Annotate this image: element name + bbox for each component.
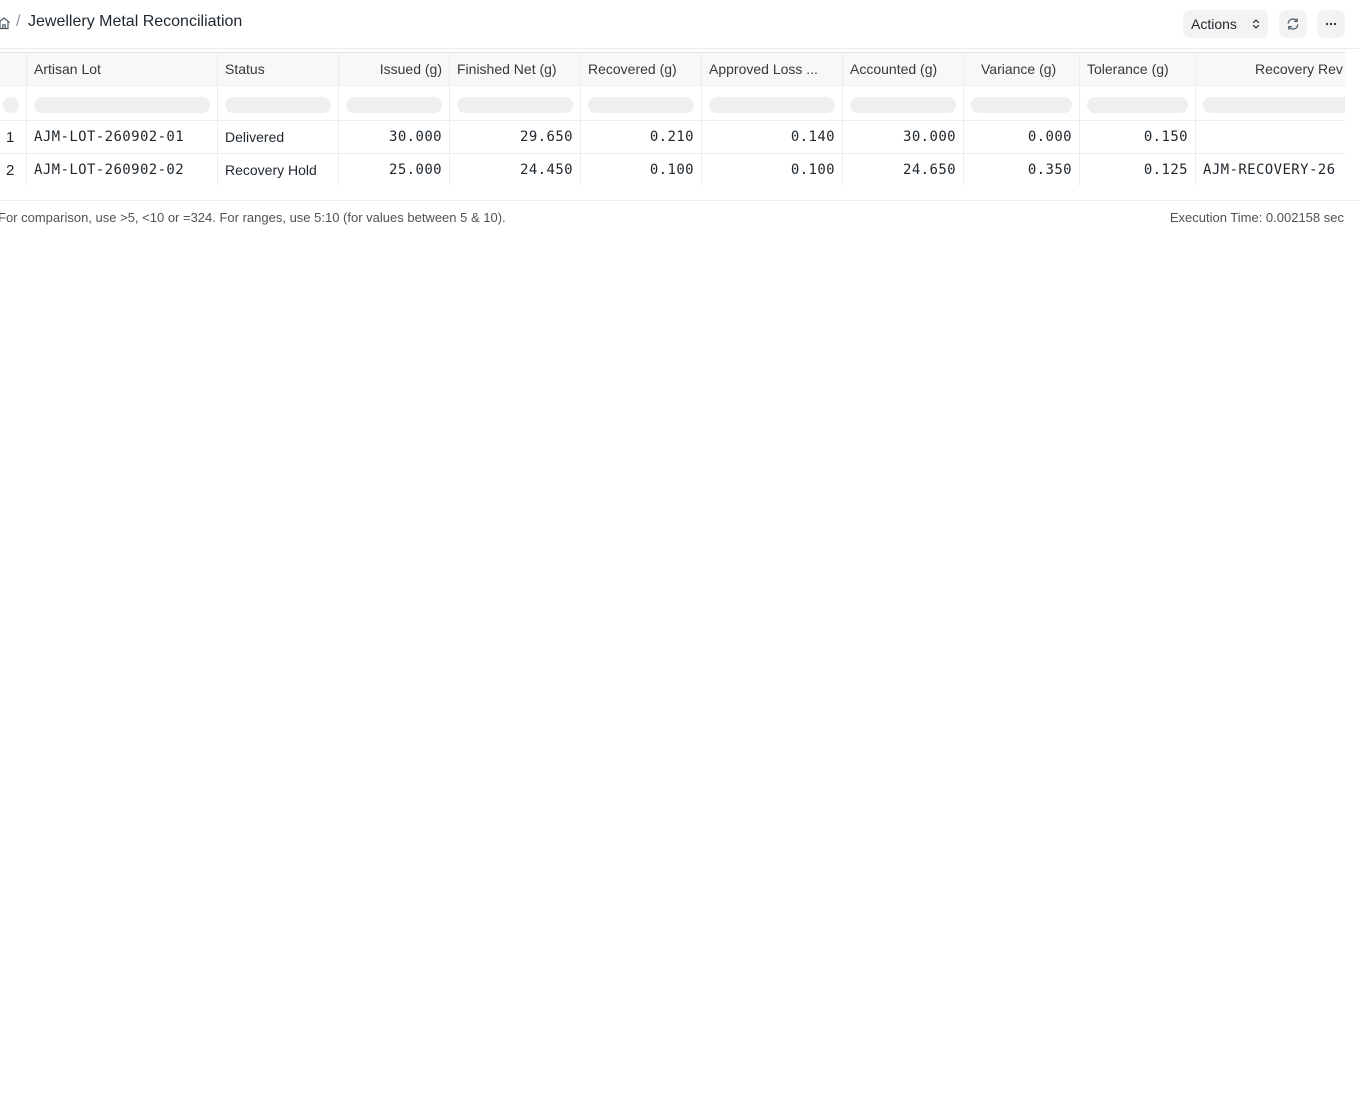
cell-tolerance[interactable]: 0.125 <box>1080 154 1196 186</box>
filter-input-finished-net[interactable] <box>457 97 573 113</box>
page-title: Jewellery Metal Reconciliation <box>28 13 243 30</box>
execution-time: Execution Time: 0.002158 sec <box>1169 210 1344 225</box>
column-header-recovery-rev[interactable]: Recovery Rev <box>1196 53 1345 85</box>
column-header-issued[interactable]: Issued (g) <box>339 53 450 85</box>
cell-artisan-lot[interactable]: AJM-LOT-260902-01 <box>27 121 218 153</box>
chevron-up-down-icon <box>1252 19 1260 29</box>
table-row[interactable]: 2 AJM-LOT-260902-02 Recovery Hold 25.000… <box>0 154 1345 186</box>
row-index: 2 <box>0 154 27 186</box>
more-options-button[interactable] <box>1317 10 1345 38</box>
cell-recovered[interactable]: 0.210 <box>581 121 702 153</box>
cell-approved-loss[interactable]: 0.140 <box>702 121 843 153</box>
column-header-status[interactable]: Status <box>218 53 339 85</box>
filter-cell-artisan-lot <box>27 86 218 120</box>
filter-input-variance[interactable] <box>971 97 1072 113</box>
home-icon[interactable] <box>0 16 11 30</box>
cell-finished-net[interactable]: 29.650 <box>450 121 581 153</box>
filter-input-approved-loss[interactable] <box>709 97 835 113</box>
report-datatable: Artisan Lot Status Issued (g) Finished N… <box>0 52 1345 186</box>
column-header-variance[interactable]: Variance (g) <box>964 53 1080 85</box>
filter-cell-accounted <box>843 86 964 120</box>
footer-divider <box>0 200 1360 201</box>
filter-row <box>0 86 1345 121</box>
cell-recovery-rev[interactable] <box>1196 121 1345 153</box>
breadcrumb-separator: / <box>16 13 21 30</box>
filter-input-index[interactable] <box>3 97 19 113</box>
filter-cell-approved-loss <box>702 86 843 120</box>
filter-input-issued[interactable] <box>346 97 442 113</box>
actions-button[interactable]: Actions <box>1183 10 1268 38</box>
filter-cell-index <box>0 86 27 120</box>
cell-variance[interactable]: 0.350 <box>964 154 1080 186</box>
column-header-recovered[interactable]: Recovered (g) <box>581 53 702 85</box>
cell-status[interactable]: Recovery Hold <box>218 154 339 186</box>
cell-issued[interactable]: 25.000 <box>339 154 450 186</box>
filter-cell-status <box>218 86 339 120</box>
filter-input-tolerance[interactable] <box>1087 97 1188 113</box>
page-header: / Jewellery Metal Reconciliation Actions <box>0 0 1360 49</box>
column-header-tolerance[interactable]: Tolerance (g) <box>1080 53 1196 85</box>
column-header-approved-loss[interactable]: Approved Loss ... <box>702 53 843 85</box>
filter-cell-issued <box>339 86 450 120</box>
table-row[interactable]: 1 AJM-LOT-260902-01 Delivered 30.000 29.… <box>0 121 1345 154</box>
report-page: / Jewellery Metal Reconciliation Actions <box>0 0 1360 1100</box>
column-header-artisan-lot[interactable]: Artisan Lot <box>27 53 218 85</box>
cell-accounted[interactable]: 24.650 <box>843 154 964 186</box>
filter-cell-recovered <box>581 86 702 120</box>
table-header-row: Artisan Lot Status Issued (g) Finished N… <box>0 53 1345 86</box>
row-number-header <box>0 53 27 85</box>
column-header-finished-net[interactable]: Finished Net (g) <box>450 53 581 85</box>
filter-cell-variance <box>964 86 1080 120</box>
filter-input-accounted[interactable] <box>850 97 956 113</box>
cell-tolerance[interactable]: 0.150 <box>1080 121 1196 153</box>
filter-input-recovered[interactable] <box>588 97 694 113</box>
filter-cell-tolerance <box>1080 86 1196 120</box>
cell-recovered[interactable]: 0.100 <box>581 154 702 186</box>
more-horizontal-icon <box>1325 22 1337 26</box>
actions-button-label: Actions <box>1191 16 1237 32</box>
column-header-accounted[interactable]: Accounted (g) <box>843 53 964 85</box>
row-index: 1 <box>0 121 27 153</box>
cell-artisan-lot[interactable]: AJM-LOT-260902-02 <box>27 154 218 186</box>
filter-cell-finished-net <box>450 86 581 120</box>
filter-input-status[interactable] <box>225 97 331 113</box>
filter-hint: For comparison, use >5, <10 or =324. For… <box>0 210 506 225</box>
cell-status[interactable]: Delivered <box>218 121 339 153</box>
cell-approved-loss[interactable]: 0.100 <box>702 154 843 186</box>
cell-issued[interactable]: 30.000 <box>339 121 450 153</box>
filter-input-recovery-rev[interactable] <box>1203 97 1345 113</box>
filter-input-artisan-lot[interactable] <box>34 97 210 113</box>
cell-finished-net[interactable]: 24.450 <box>450 154 581 186</box>
filter-cell-recovery-rev <box>1196 86 1345 120</box>
cell-variance[interactable]: 0.000 <box>964 121 1080 153</box>
cell-accounted[interactable]: 30.000 <box>843 121 964 153</box>
cell-recovery-rev[interactable]: AJM-RECOVERY-26 <box>1196 154 1345 186</box>
refresh-button[interactable] <box>1279 10 1307 38</box>
refresh-icon <box>1287 18 1299 30</box>
